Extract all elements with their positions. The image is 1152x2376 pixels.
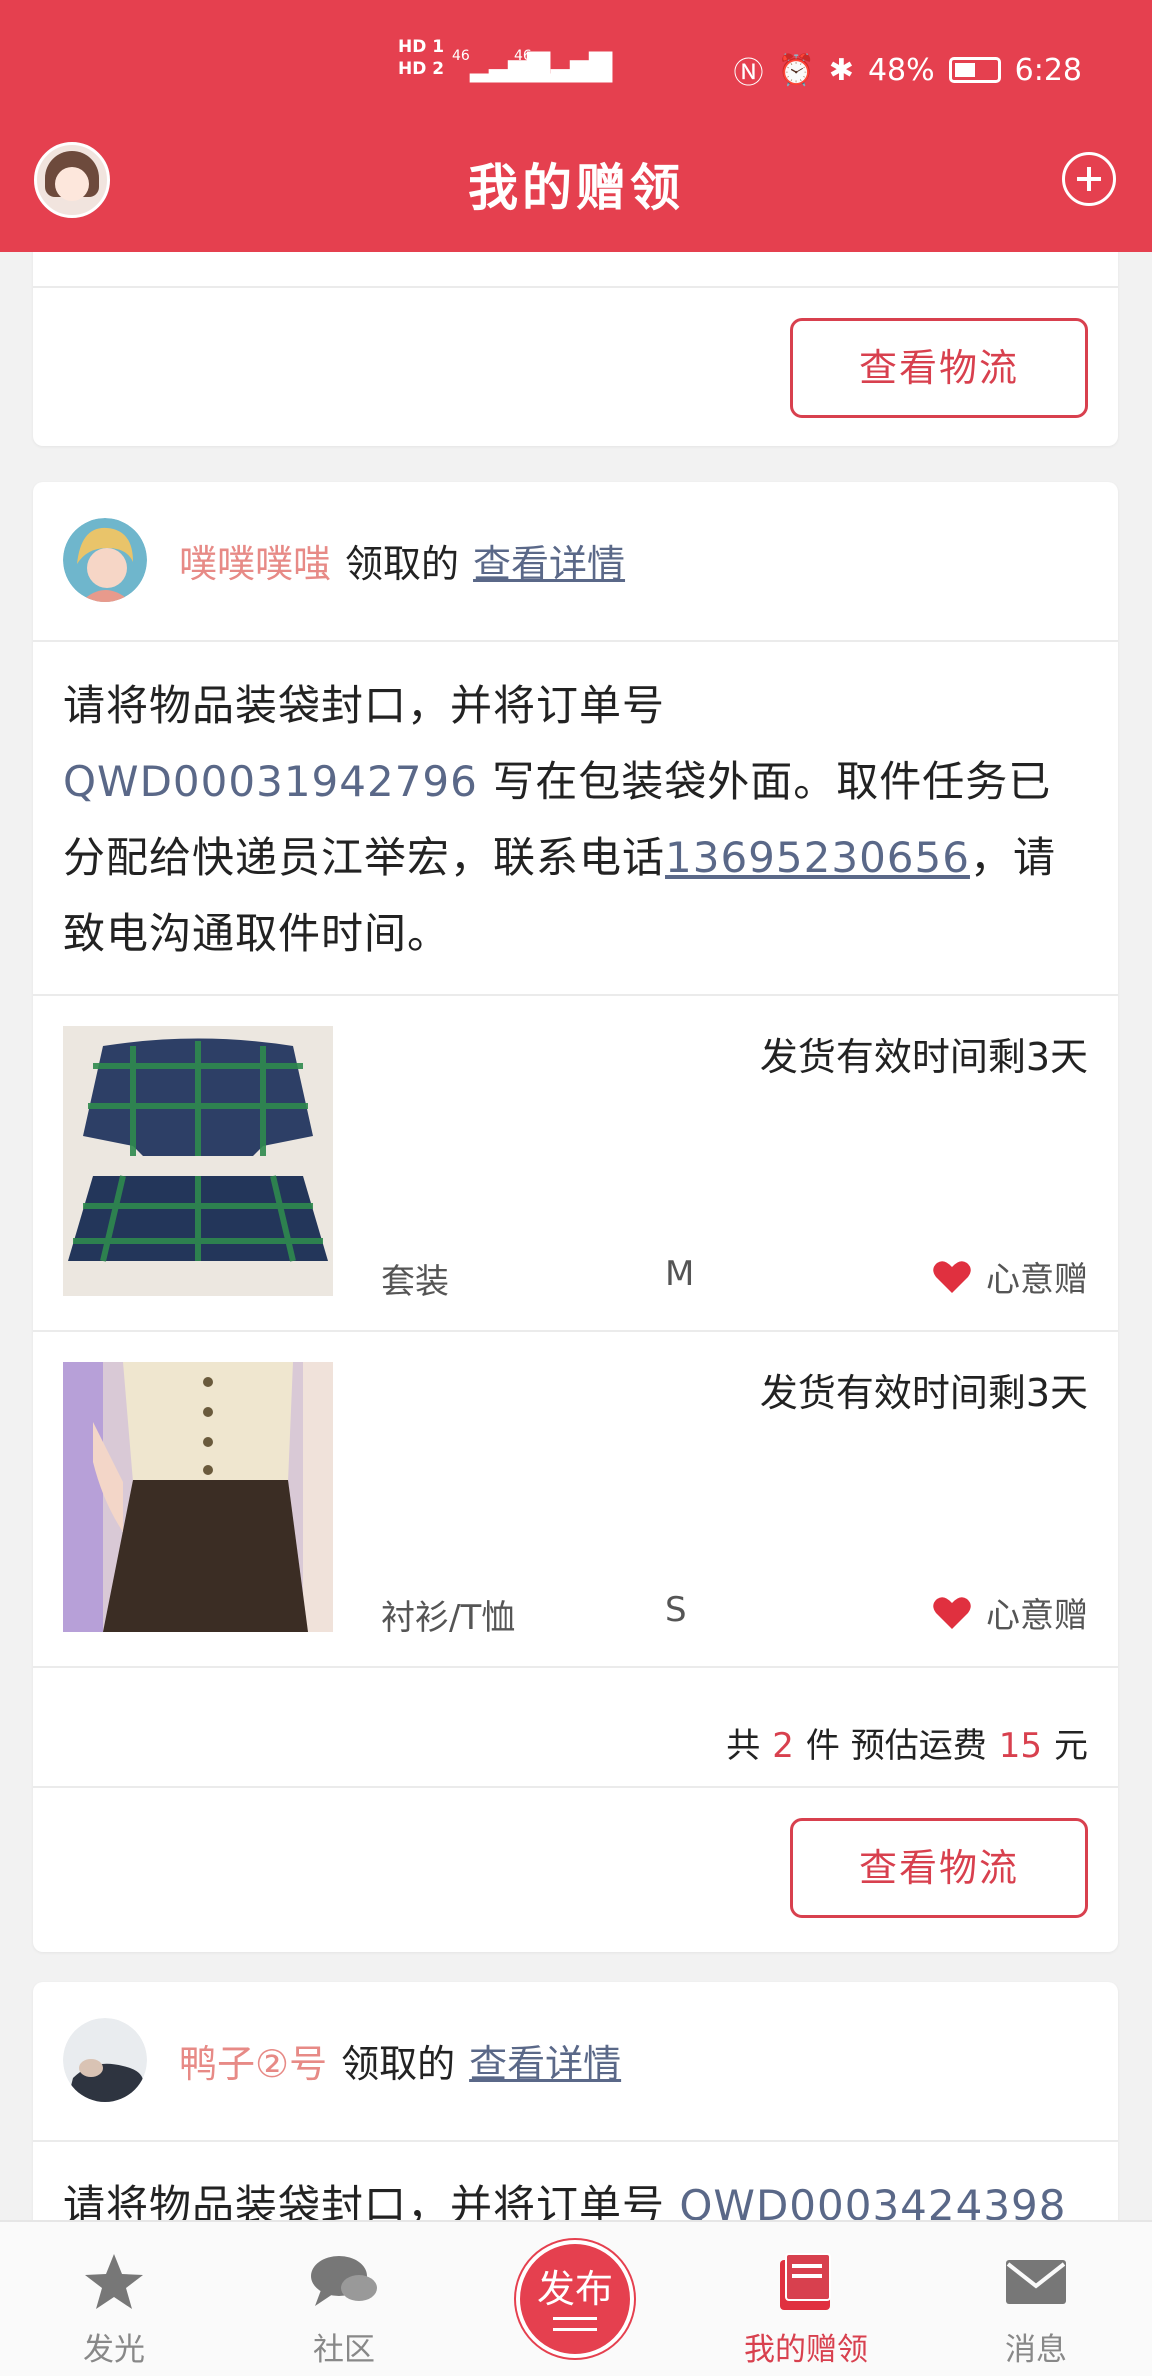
shipping-fee: 15 (998, 1726, 1042, 1766)
view-detail-link[interactable]: 查看详情 (469, 2033, 621, 2088)
menu-lines-icon (553, 2317, 597, 2331)
claim-label: 领取的 (345, 541, 460, 586)
summary-mid: 件 预估运费 (805, 1726, 987, 1766)
item-image[interactable] (63, 1362, 333, 1632)
publish-button[interactable]: 发布 (516, 2240, 634, 2358)
item-category: 套装 (381, 1262, 449, 1302)
nav-item-shine[interactable]: 发光 (34, 2250, 194, 2369)
alarm-icon: ⏰ (777, 52, 815, 88)
claimer-name[interactable]: 鸭子②号 (179, 2033, 327, 2088)
nav-label: 社区 (313, 2332, 375, 2368)
gift-item[interactable]: 发货有效时间剩3天 套装 M 心意赠 (33, 996, 1118, 1330)
page-title: 我的赠领 (468, 159, 684, 217)
sim-indicator: HD 1 HD 2 (398, 36, 444, 80)
heart-icon (933, 1596, 971, 1629)
nfc-icon: Ⓝ (733, 56, 764, 91)
clock: 6:28 (1014, 52, 1082, 88)
item-category: 衬衫/T恤 (381, 1598, 516, 1638)
status-bar: HD 1 HD 2 46▂▃▅▇ 46▂▃▅▇ Ⓝ ⏰ ✱ 48% 6:28 (0, 0, 1152, 134)
add-icon[interactable] (1062, 152, 1116, 206)
message-text: 请将物品装袋封口，并将订单号 (63, 681, 666, 730)
view-logistics-button[interactable]: 查看物流 (790, 318, 1088, 418)
order-number: QWD00031942796 (63, 757, 478, 806)
claimer-row: 鸭子②号 领取的 查看详情 (63, 2018, 621, 2102)
bottom-navigation: 发光 社区 发布 我的赠领 消息 (0, 2220, 1152, 2376)
item-image[interactable] (63, 1026, 333, 1296)
envelope-icon (956, 2250, 1116, 2314)
nav-label: 我的赠领 (744, 2332, 868, 2368)
view-detail-link[interactable]: 查看详情 (473, 533, 625, 588)
order-card: 鸭子②号 领取的 查看详情 请将物品装袋封口，并将订单号 QWD00034243… (33, 1982, 1118, 2220)
bluetooth-icon: ✱ (828, 52, 854, 88)
heart-icon (933, 1260, 971, 1293)
item-size: M (665, 1254, 695, 1294)
claimer-avatar[interactable] (63, 2018, 147, 2102)
app-header: HD 1 HD 2 46▂▃▅▇ 46▂▃▅▇ Ⓝ ⏰ ✱ 48% 6:28 我… (0, 0, 1152, 252)
sim2-label: HD 2 (398, 59, 445, 79)
order-card: 噗噗噗嗤 领取的 查看详情 请将物品装袋封口，并将订单号 QWD00031942… (33, 482, 1118, 1952)
gift-item[interactable]: 发货有效时间剩3天 衬衫/T恤 S 心意赠 (33, 1332, 1118, 1666)
gift-type: 心意赠 (932, 1588, 1088, 1637)
instruction-message: 请将物品装袋封口，并将订单号 QWD0003424398 (63, 2168, 1093, 2220)
status-right: Ⓝ ⏰ ✱ 48% 6:28 (733, 48, 1082, 92)
gift-type-label: 心意赠 (986, 1596, 1088, 1636)
order-number: QWD0003424398 (679, 2181, 1067, 2220)
nav-item-community[interactable]: 社区 (264, 2250, 424, 2369)
view-logistics-button[interactable]: 查看物流 (790, 1818, 1088, 1918)
nav-label: 发光 (83, 2332, 145, 2368)
order-list[interactable]: 查看物流 噗噗噗嗤 领取的 查看详情 请将物品装袋封口，并将订单号 QWD000… (0, 252, 1152, 2220)
order-summary: 共2 件 预估运费 15 元 (726, 1718, 1088, 1767)
summary-prefix: 共 (726, 1726, 761, 1766)
message-text: 请将物品装袋封口，并将订单号 (63, 2181, 680, 2220)
publish-label: 发布 (536, 2267, 613, 2311)
ship-deadline: 发货有效时间剩3天 (759, 1371, 1088, 1415)
sim1-label: HD 1 (398, 37, 445, 57)
order-card: 查看物流 (33, 252, 1118, 446)
network-type-2: 46 (514, 48, 532, 64)
instruction-message: 请将物品装袋封口，并将订单号 QWD00031942796 写在包装袋外面。取件… (63, 668, 1093, 972)
star-icon (34, 2250, 194, 2314)
battery-percent: 48% (867, 52, 935, 88)
nav-item-my-gifts[interactable]: 我的赠领 (726, 2250, 886, 2369)
claimer-row: 噗噗噗嗤 领取的 查看详情 (63, 518, 625, 602)
nav-label: 消息 (1005, 2332, 1067, 2368)
courier-phone-link[interactable]: 13695230656 (665, 833, 970, 882)
book-icon (726, 2250, 886, 2314)
network-type-1: 46 (452, 48, 470, 64)
gift-type: 心意赠 (932, 1252, 1088, 1301)
currency-unit: 元 (1054, 1726, 1088, 1766)
claim-label: 领取的 (341, 2041, 456, 2086)
item-count: 2 (772, 1726, 794, 1766)
item-size: S (665, 1590, 687, 1630)
chat-bubbles-icon (264, 2250, 424, 2314)
battery-icon (948, 57, 1001, 83)
claimer-avatar[interactable] (63, 518, 147, 602)
ship-deadline: 发货有效时间剩3天 (759, 1035, 1088, 1079)
signal-icon-2: 46▂▃▅▇ (514, 48, 612, 83)
gift-type-label: 心意赠 (986, 1260, 1088, 1300)
claimer-name[interactable]: 噗噗噗嗤 (179, 533, 331, 588)
nav-item-messages[interactable]: 消息 (956, 2250, 1116, 2369)
